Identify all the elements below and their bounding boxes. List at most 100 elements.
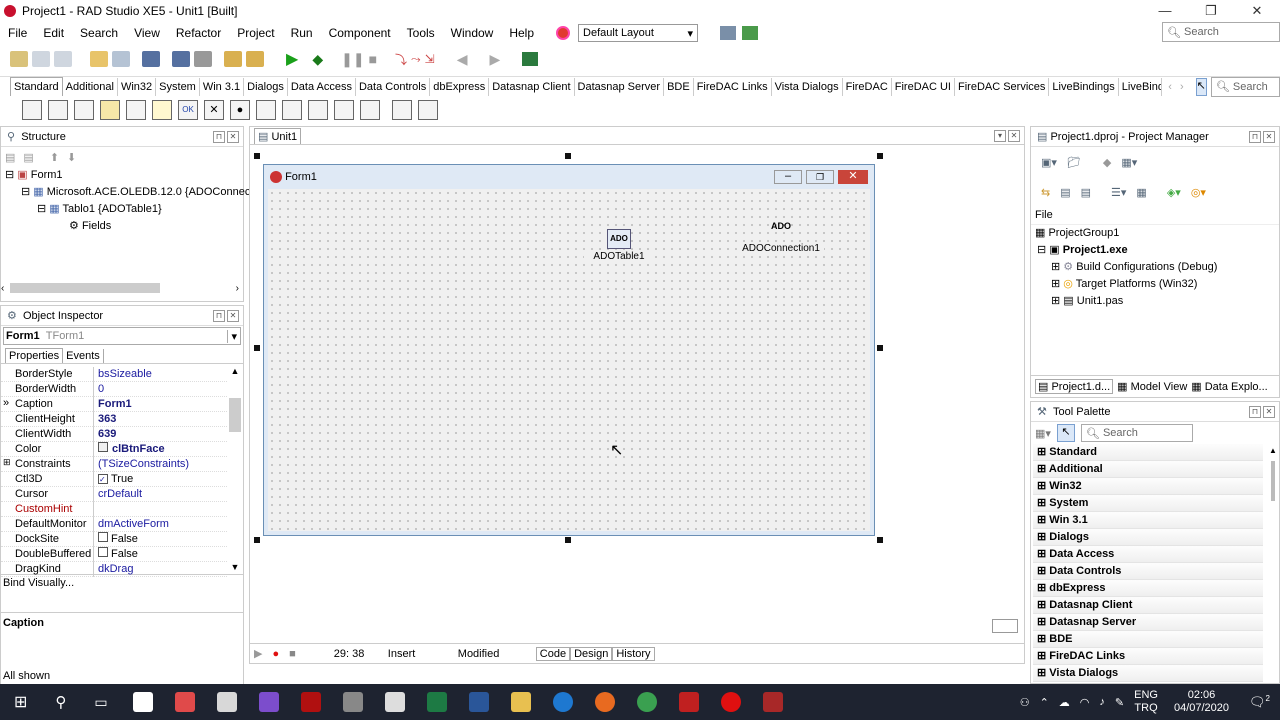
run-to-icon[interactable]: ⇲: [425, 52, 435, 66]
activate-icon[interactable]: ▣▾: [1041, 156, 1057, 169]
menu-component[interactable]: Component: [321, 26, 399, 40]
access-icon[interactable]: [762, 692, 783, 712]
palette-category[interactable]: ⊞ System: [1033, 495, 1263, 512]
recorder-icon[interactable]: [720, 692, 741, 712]
tab-data-explorer[interactable]: ▦ Data Explo...: [1191, 380, 1267, 393]
selection-handle[interactable]: [565, 537, 571, 543]
tree-item-adoconnection[interactable]: ⊟ ▦ Microsoft.ACE.OLEDB.12.0 {ADOConnect…: [5, 184, 256, 201]
palette-category[interactable]: ⊞ Win32: [1033, 478, 1263, 495]
deploy-icon[interactable]: [522, 52, 539, 66]
expand-icon[interactable]: ⊞: [3, 457, 11, 468]
pointer-icon[interactable]: ↖: [1056, 424, 1075, 442]
property-row[interactable]: Constraints (TSizeConstraints): [1, 457, 227, 472]
open-folder-icon[interactable]: 📁︎: [1067, 156, 1081, 169]
remove-from-project-icon[interactable]: [246, 51, 264, 67]
chrome-icon[interactable]: [636, 692, 657, 712]
notification-icon[interactable]: 🗨︎2: [1249, 694, 1270, 710]
selection-handle[interactable]: [254, 537, 260, 543]
checkbox-component-icon[interactable]: ✕: [204, 100, 224, 120]
ide-search-input[interactable]: 🔍︎ Search: [1162, 22, 1280, 42]
forward-icon[interactable]: ▶: [490, 51, 501, 68]
adoconnection-component[interactable]: ADO ADOConnection1: [738, 221, 824, 254]
property-row[interactable]: BorderStyle bsSizeable: [1, 367, 227, 382]
palette-tab[interactable]: FireDAC Links: [694, 77, 772, 96]
clock[interactable]: 02:06 04/07/2020: [1174, 689, 1229, 715]
pen-icon[interactable]: ✎: [1115, 696, 1124, 709]
pm-item-project[interactable]: ⊟ ▣ Project1.exe: [1031, 242, 1279, 259]
tab-events[interactable]: Events: [63, 349, 104, 363]
property-row[interactable]: DockSite False: [1, 532, 227, 547]
tab-list-icon[interactable]: ▾: [994, 129, 1006, 142]
camera-app-icon[interactable]: [132, 692, 153, 712]
excel-icon[interactable]: [426, 692, 447, 712]
property-row[interactable]: Cursor crDefault: [1, 487, 227, 502]
property-row[interactable]: DoubleBuffered False: [1, 547, 227, 562]
palette-category[interactable]: ⊞ Datasnap Server: [1033, 614, 1263, 631]
palette-category[interactable]: ⊞ FireDAC Links: [1033, 648, 1263, 665]
pause-icon[interactable]: ❚❚: [341, 51, 364, 68]
move-up-icon[interactable]: ⬆: [50, 151, 59, 164]
palette-tab[interactable]: LiveBindings: [1049, 77, 1119, 96]
palette-category[interactable]: ⊞ Vista Dialogs: [1033, 665, 1263, 682]
tool-app-icon[interactable]: [342, 692, 363, 712]
editor-tab-unit1[interactable]: ▤ Unit1: [254, 127, 302, 144]
menu-refactor[interactable]: Refactor: [168, 26, 229, 40]
scrollbar-component-icon[interactable]: [308, 100, 328, 120]
palette-category[interactable]: ⊞ Data Controls: [1033, 563, 1263, 580]
firefox-icon[interactable]: [594, 692, 615, 712]
menu-project[interactable]: Project: [229, 26, 282, 40]
pm-item-unit1[interactable]: ⊞ ▤ Unit1.pas: [1031, 293, 1279, 310]
groupbox-component-icon[interactable]: [334, 100, 354, 120]
palette-category[interactable]: ⊞ Win 3.1: [1033, 512, 1263, 529]
menu-window[interactable]: Window: [443, 26, 502, 40]
close-button[interactable]: ✕: [1234, 3, 1280, 19]
palette-scroll-right-icon[interactable]: ›: [1180, 81, 1184, 93]
tab-design[interactable]: Design: [570, 646, 613, 661]
move-down-icon[interactable]: ⬇: [67, 151, 76, 164]
close-icon[interactable]: ✕: [1008, 129, 1020, 142]
tab-history[interactable]: History: [612, 646, 655, 661]
selection-handle[interactable]: [877, 537, 883, 543]
rad-studio-icon[interactable]: [678, 692, 699, 712]
pm-item-build-configs[interactable]: ⊞ ⚙ Build Configurations (Debug): [1031, 259, 1279, 276]
bind-visually-link[interactable]: Bind Visually...: [1, 574, 243, 594]
pointer-icon[interactable]: ↖: [1195, 77, 1207, 96]
checkbox-value[interactable]: False: [93, 532, 227, 547]
embarcadero-icon[interactable]: [556, 26, 571, 40]
collapse-icon[interactable]: ⊟: [1037, 244, 1046, 256]
close-icon[interactable]: ✕: [227, 309, 239, 322]
visual-studio-icon[interactable]: [258, 692, 279, 712]
palette-tab[interactable]: Datasnap Server: [575, 77, 665, 96]
palette-tab[interactable]: BDE: [664, 77, 694, 96]
palette-tab[interactable]: Vista Dialogs: [772, 77, 843, 96]
pin-icon[interactable]: ⊓: [1249, 130, 1261, 143]
save-all-icon[interactable]: [172, 51, 190, 67]
property-row[interactable]: Ctl3D ✓ True: [1, 472, 227, 487]
property-row[interactable]: DragKind dkDrag: [1, 562, 227, 577]
file-explorer-icon[interactable]: [510, 692, 531, 712]
close-icon[interactable]: ✕: [1263, 130, 1275, 143]
palette-category[interactable]: ⊞ dbExpress: [1033, 580, 1263, 597]
windows-start-icon[interactable]: ⊞: [14, 692, 27, 712]
open-icon[interactable]: [90, 51, 108, 67]
checkbox-value[interactable]: ✓ True: [93, 472, 227, 487]
palette-tab[interactable]: FireDAC: [843, 77, 892, 96]
button-component-icon[interactable]: OK: [178, 100, 198, 120]
tab-project-manager[interactable]: ▤ Project1.d...: [1035, 379, 1114, 394]
palette-tab[interactable]: FireDAC Services: [955, 77, 1050, 96]
stop-icon[interactable]: ■: [369, 51, 377, 67]
palette-tab[interactable]: dbExpress: [430, 77, 490, 96]
property-row[interactable]: DefaultMonitor dmActiveForm: [1, 517, 227, 532]
menu-edit[interactable]: Edit: [35, 26, 72, 40]
open-project-icon[interactable]: [112, 51, 130, 67]
palette-tab[interactable]: System: [156, 77, 200, 96]
palette-tab[interactable]: Standard: [10, 77, 63, 96]
pin-icon[interactable]: ⊓: [213, 130, 225, 143]
edit-component-icon[interactable]: [126, 100, 146, 120]
panel-component-icon[interactable]: [392, 100, 412, 120]
add-to-project-icon[interactable]: [224, 51, 242, 67]
property-row[interactable]: ClientHeight 363: [1, 412, 227, 427]
run-icon[interactable]: ▶: [286, 49, 298, 69]
refresh-icon[interactable]: ◎▾: [1191, 186, 1206, 199]
selection-handle[interactable]: [254, 345, 260, 351]
